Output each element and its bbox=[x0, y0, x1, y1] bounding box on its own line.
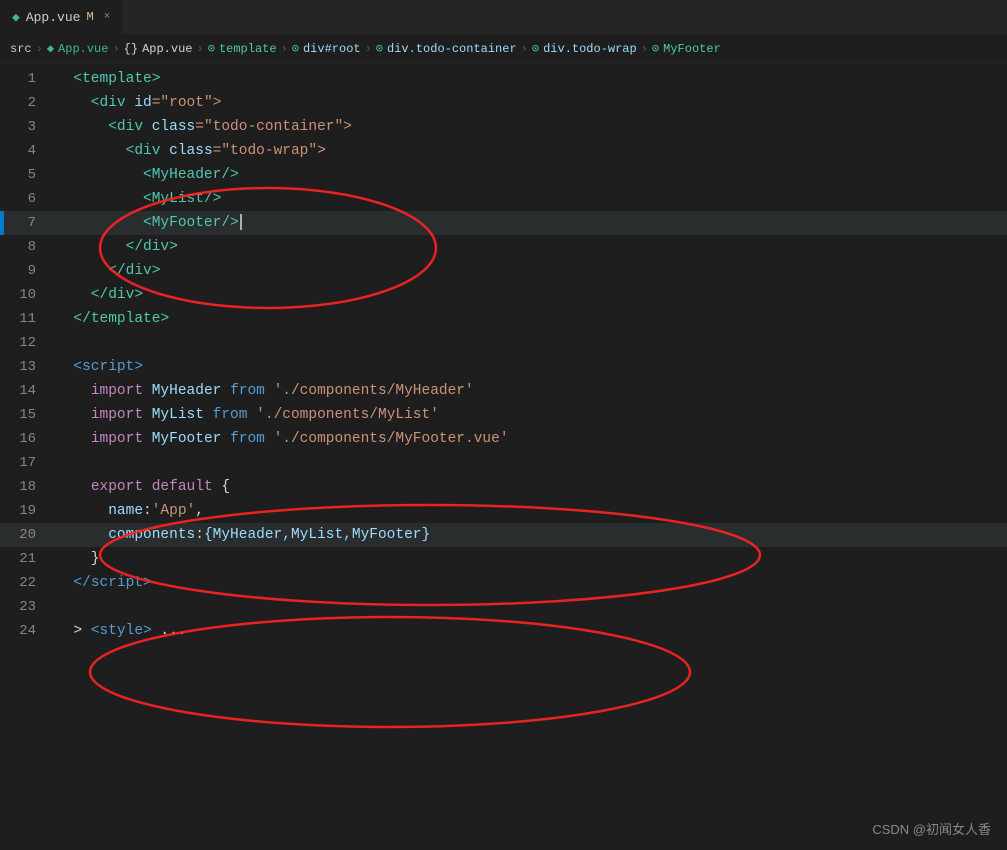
bc-appvue: App.vue bbox=[58, 42, 108, 56]
bc-vue-icon: ◆ bbox=[47, 41, 54, 56]
line-content-7: <MyFooter/> bbox=[52, 211, 1007, 235]
line-number-5: 5 bbox=[0, 163, 52, 187]
code-line-18: 18 export default { bbox=[0, 475, 1007, 499]
cursor bbox=[240, 214, 242, 230]
code-line-11: 11 </template> bbox=[0, 307, 1007, 331]
code-line-19: 19 name:'App', bbox=[0, 499, 1007, 523]
line-number-3: 3 bbox=[0, 115, 52, 139]
line-content-10: </div> bbox=[52, 283, 1007, 307]
line-number-12: 12 bbox=[0, 331, 52, 355]
line-number-4: 4 bbox=[0, 139, 52, 163]
line-content-15: import MyList from './components/MyList' bbox=[52, 403, 1007, 427]
line-content-2: <div id="root"> bbox=[52, 91, 1007, 115]
code-line-16: 16 import MyFooter from './components/My… bbox=[0, 427, 1007, 451]
line-number-10: 10 bbox=[0, 283, 52, 307]
tab-close-icon[interactable]: × bbox=[104, 11, 111, 23]
line-content-21: } bbox=[52, 547, 1007, 571]
code-line-17: 17 bbox=[0, 451, 1007, 475]
bc-braces-icon: {} bbox=[124, 42, 138, 56]
line-content-14: import MyHeader from './components/MyHea… bbox=[52, 379, 1007, 403]
line-number-11: 11 bbox=[0, 307, 52, 331]
line-number-24: 24 bbox=[0, 619, 52, 643]
code-line-10: 10 </div> bbox=[0, 283, 1007, 307]
bc-myfooter-icon: ⊙ bbox=[652, 41, 659, 56]
bc-appvue2: App.vue bbox=[142, 42, 192, 56]
line-number-22: 22 bbox=[0, 571, 52, 595]
line-number-18: 18 bbox=[0, 475, 52, 499]
tab-filename: App.vue bbox=[26, 10, 81, 25]
code-line-21: 21 } bbox=[0, 547, 1007, 571]
line-content-4: <div class="todo-wrap"> bbox=[52, 139, 1007, 163]
code-line-5: 5 <MyHeader/> bbox=[0, 163, 1007, 187]
bc-src: src bbox=[10, 42, 32, 56]
line-content-1: <template> bbox=[52, 67, 1007, 91]
code-line-13: 13 <script> bbox=[0, 355, 1007, 379]
line-content-18: export default { bbox=[52, 475, 1007, 499]
bc-divroot-icon: ⊙ bbox=[292, 41, 299, 56]
line-number-14: 14 bbox=[0, 379, 52, 403]
line-number-2: 2 bbox=[0, 91, 52, 115]
line-number-23: 23 bbox=[0, 595, 52, 619]
line-number-21: 21 bbox=[0, 547, 52, 571]
line-content-13: <script> bbox=[52, 355, 1007, 379]
code-line-23: 23 bbox=[0, 595, 1007, 619]
bc-todo-wrap-icon: ⊙ bbox=[532, 41, 539, 56]
tab-modified: M bbox=[86, 10, 93, 24]
code-line-4: 4 <div class="todo-wrap"> bbox=[0, 139, 1007, 163]
bc-template: template bbox=[219, 42, 277, 56]
breadcrumb: src › ◆ App.vue › {} App.vue › ⊙ templat… bbox=[0, 35, 1007, 63]
line-number-9: 9 bbox=[0, 259, 52, 283]
code-line-9: 9 </div> bbox=[0, 259, 1007, 283]
code-line-2: 2 <div id="root"> bbox=[0, 91, 1007, 115]
line-number-15: 15 bbox=[0, 403, 52, 427]
line-content-3: <div class="todo-container"> bbox=[52, 115, 1007, 139]
line-number-6: 6 bbox=[0, 187, 52, 211]
vue-file-icon: ◆ bbox=[12, 10, 20, 25]
line-number-17: 17 bbox=[0, 451, 52, 475]
line-number-8: 8 bbox=[0, 235, 52, 259]
code-line-6: 6 <MyList/> bbox=[0, 187, 1007, 211]
line-number-16: 16 bbox=[0, 427, 52, 451]
code-line-22: 22 </script> bbox=[0, 571, 1007, 595]
tab-app-vue[interactable]: ◆ App.vue M × bbox=[0, 0, 123, 34]
line-content-22: </script> bbox=[52, 571, 1007, 595]
line-number-7: 7 bbox=[0, 211, 52, 235]
code-line-12: 12 bbox=[0, 331, 1007, 355]
line-content-19: name:'App', bbox=[52, 499, 1007, 523]
code-line-1: 1 <template> bbox=[0, 67, 1007, 91]
code-line-3: 3 <div class="todo-container"> bbox=[0, 115, 1007, 139]
bc-todo-container: div.todo-container bbox=[387, 42, 517, 56]
line-content-8: </div> bbox=[52, 235, 1007, 259]
bc-myfooter: MyFooter bbox=[663, 42, 721, 56]
code-line-20: 20 components:{MyHeader,MyList,MyFooter} bbox=[0, 523, 1007, 547]
code-line-15: 15 import MyList from './components/MyLi… bbox=[0, 403, 1007, 427]
tab-bar: ◆ App.vue M × bbox=[0, 0, 1007, 35]
code-line-8: 8 </div> bbox=[0, 235, 1007, 259]
watermark: CSDN @初闻女人香 bbox=[872, 819, 991, 838]
bc-divroot: div#root bbox=[303, 42, 361, 56]
code-editor[interactable]: 1 <template>2 <div id="root">3 <div clas… bbox=[0, 63, 1007, 647]
line-content-24: > <style> ... bbox=[52, 619, 1007, 643]
line-content-16: import MyFooter from './components/MyFoo… bbox=[52, 427, 1007, 451]
line-number-19: 19 bbox=[0, 499, 52, 523]
line-number-1: 1 bbox=[0, 67, 52, 91]
line-content-6: <MyList/> bbox=[52, 187, 1007, 211]
line-number-20: 20 bbox=[0, 523, 52, 547]
bc-template-icon: ⊙ bbox=[208, 41, 215, 56]
code-line-24: 24 > <style> ... bbox=[0, 619, 1007, 643]
line-content-9: </div> bbox=[52, 259, 1007, 283]
line-content-5: <MyHeader/> bbox=[52, 163, 1007, 187]
code-line-7: 7 <MyFooter/> bbox=[0, 211, 1007, 235]
line-content-20: components:{MyHeader,MyList,MyFooter} bbox=[52, 523, 1007, 547]
line-number-13: 13 bbox=[0, 355, 52, 379]
bc-todo-container-icon: ⊙ bbox=[376, 41, 383, 56]
code-line-14: 14 import MyHeader from './components/My… bbox=[0, 379, 1007, 403]
line-content-11: </template> bbox=[52, 307, 1007, 331]
bc-todo-wrap: div.todo-wrap bbox=[543, 42, 637, 56]
